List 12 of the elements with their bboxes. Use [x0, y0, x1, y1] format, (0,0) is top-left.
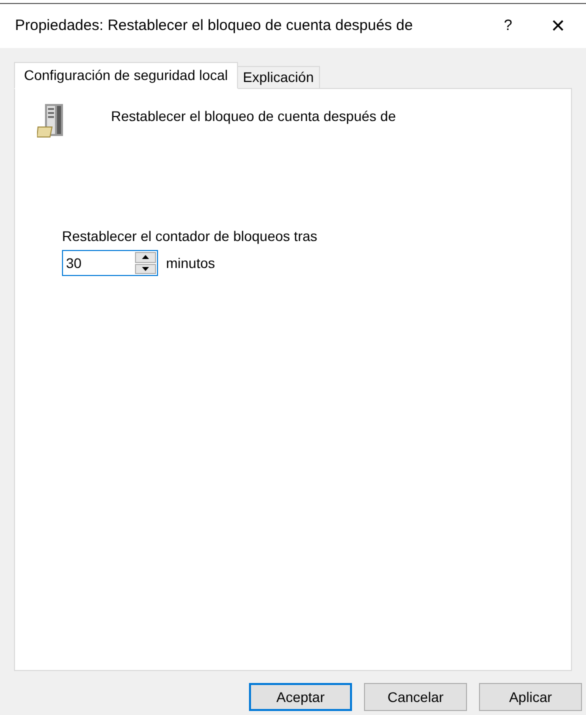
unit-label: minutos — [166, 254, 216, 272]
help-button[interactable]: ? — [488, 11, 528, 41]
close-button[interactable]: ✕ — [538, 11, 578, 41]
dialog-button[interactable]: Aplicar — [479, 683, 582, 711]
policy-name: Restablecer el bloqueo de cuenta después de — [111, 107, 396, 126]
window-title: Propiedades: Restablecer el bloqueo de cuenta después de — [15, 16, 413, 36]
dialog-button[interactable]: Aceptar — [249, 683, 352, 711]
tab[interactable]: Explicación — [236, 66, 320, 89]
dialog-button[interactable]: Cancelar — [364, 683, 467, 711]
tab[interactable]: Configuración de seguridad local — [14, 62, 238, 89]
server-icon — [37, 103, 65, 139]
setting-label: Restablecer el contador de bloqueos tras — [62, 227, 318, 246]
